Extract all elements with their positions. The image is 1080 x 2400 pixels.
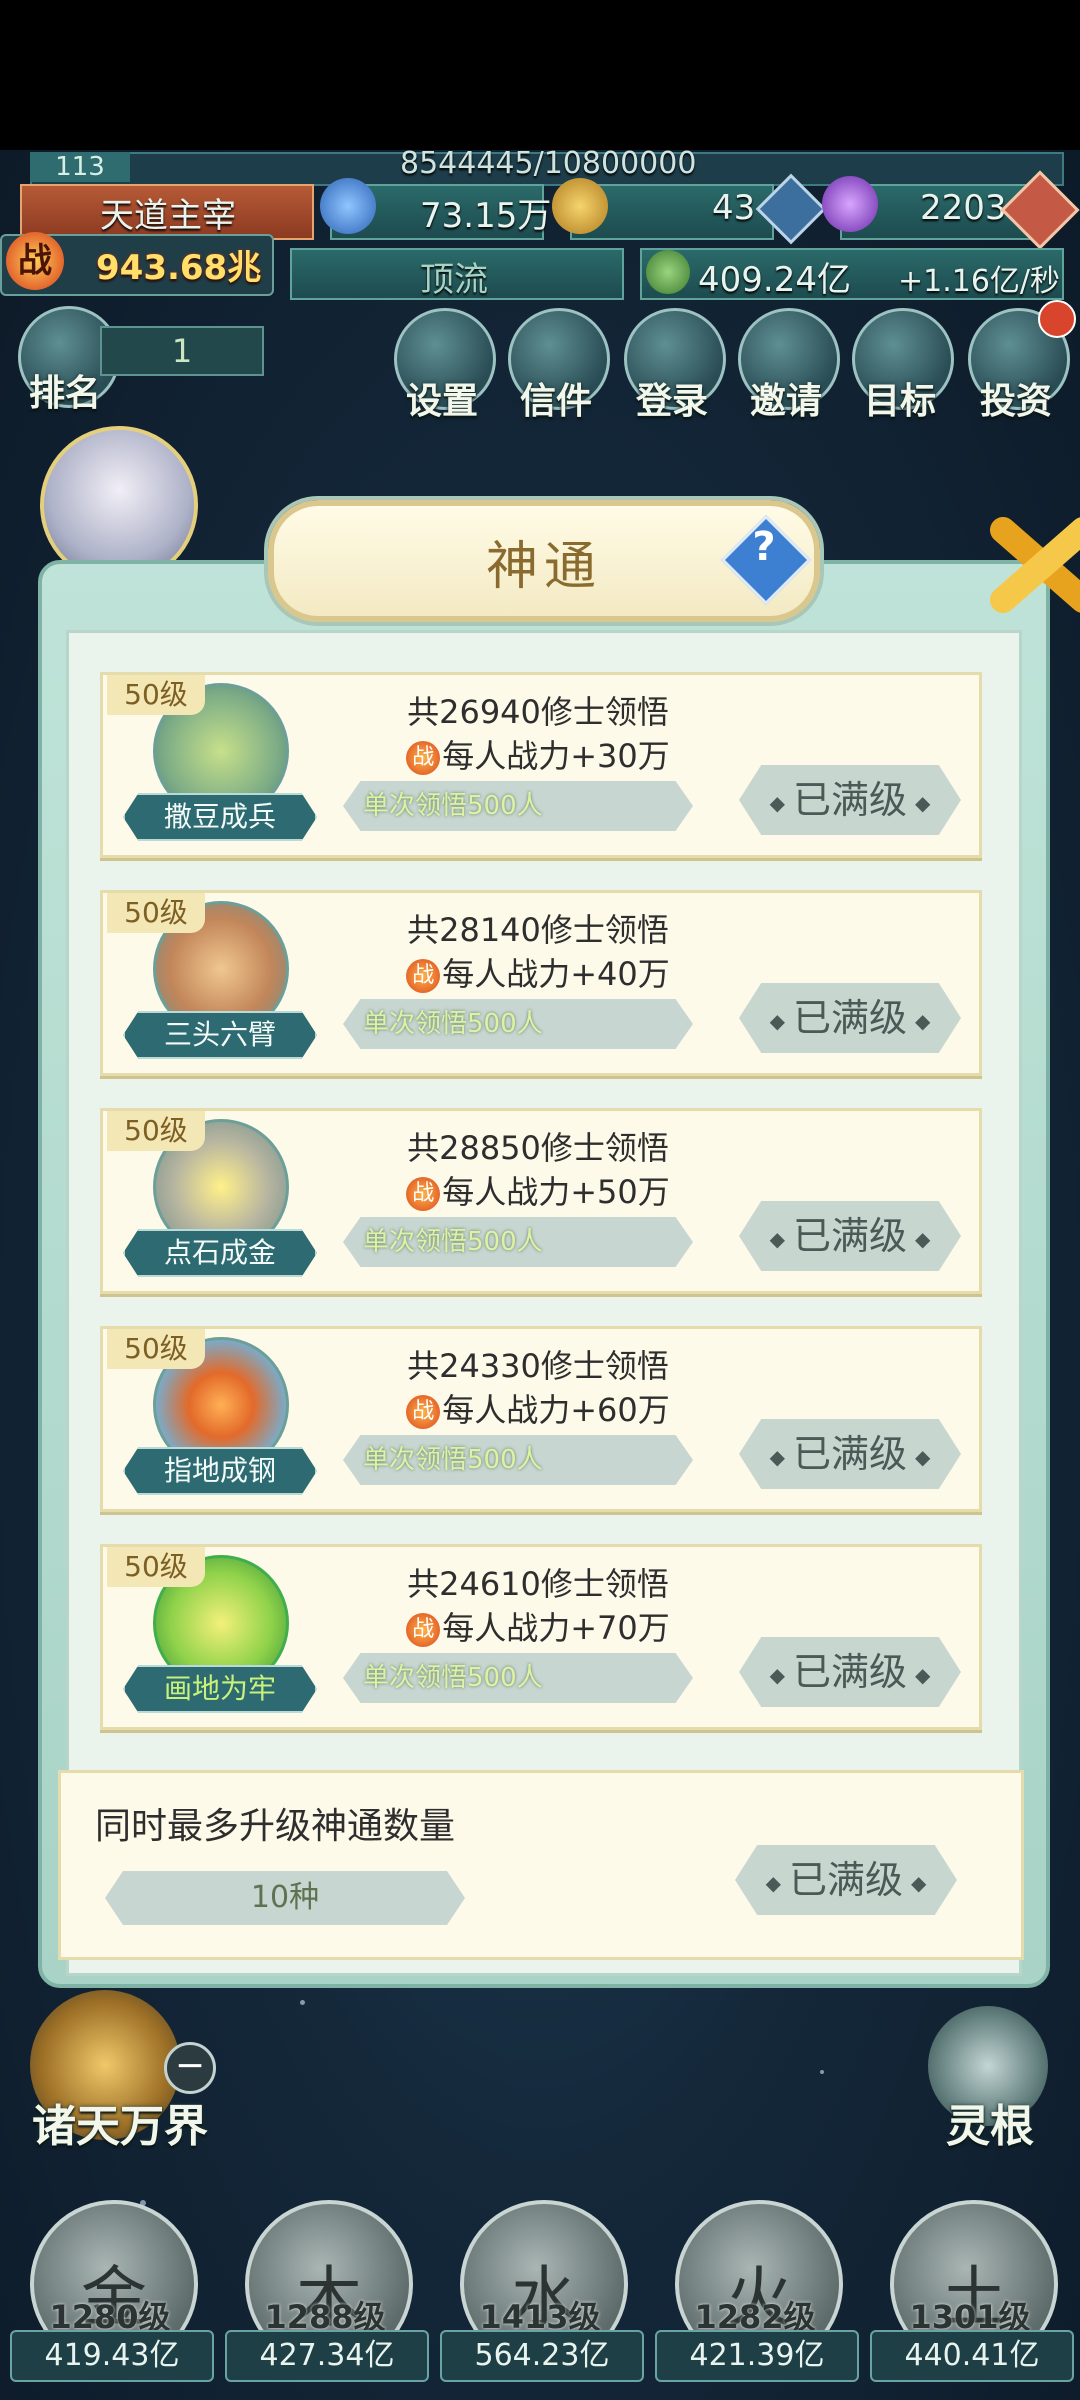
skill-card: 50级 三头六臂 共28140修士领悟 战每人战力+40万 单次领悟500人 已… <box>100 890 982 1076</box>
skill-level: 50级 <box>107 675 205 715</box>
settings-label: 设置 <box>405 381 478 422</box>
gold-value: 409.24亿 <box>698 260 851 300</box>
player-title: 天道主宰 <box>100 196 236 236</box>
battle-icon: 战 <box>406 1177 441 1211</box>
upgrade-limit-value: 10种 <box>105 1871 465 1925</box>
coin-icon <box>646 250 690 294</box>
skill-level: 50级 <box>107 1547 205 1587</box>
max-level-button[interactable]: 已满级 <box>739 1201 961 1271</box>
purple-flame-icon <box>822 176 878 232</box>
resource2-value[interactable]: 43 <box>712 188 755 228</box>
skill-batch-pill: 单次领悟500人 <box>343 1653 693 1703</box>
dialog-title-banner: 神通 ? <box>268 500 820 622</box>
rank-value-bar: 1 <box>100 326 264 376</box>
skill-bonus-row: 战每人战力+70万 <box>373 1603 703 1649</box>
rank-tier: 顶流 <box>420 260 488 300</box>
player-level-badge: 113 <box>30 152 130 182</box>
max-level-button[interactable]: 已满级 <box>739 765 961 835</box>
power-icon: 战 <box>6 232 64 290</box>
goal-label: 目标 <box>863 381 936 422</box>
skill-bonus-row: 战每人战力+50万 <box>373 1167 703 1213</box>
resource3-value[interactable]: 2203 <box>920 188 1007 228</box>
skill-name: 三头六臂 <box>123 1011 317 1059</box>
skill-name: 撒豆成兵 <box>123 793 317 841</box>
skill-card: 50级 点石成金 共28850修士领悟 战每人战力+50万 单次领悟500人 已… <box>100 1108 982 1294</box>
skill-name: 点石成金 <box>123 1229 317 1277</box>
max-level-button[interactable]: 已满级 <box>739 1419 961 1489</box>
status-bar-area <box>0 0 1080 150</box>
skill-learners: 共26940修士领悟 <box>407 693 669 731</box>
mail-label: 信件 <box>519 381 592 422</box>
skill-bonus: 每人战力+30万 <box>442 737 670 775</box>
lion-icon <box>552 178 608 234</box>
spirit-icon <box>320 178 376 234</box>
skill-bonus-row: 战每人战力+60万 <box>373 1385 703 1431</box>
skill-batch-pill: 单次领悟500人 <box>343 999 693 1049</box>
resource1-value[interactable]: 73.15万 <box>420 188 551 237</box>
element-cost: 564.23亿 <box>440 2330 644 2382</box>
max-level-button[interactable]: 已满级 <box>739 983 961 1053</box>
notification-dot-icon <box>1038 300 1076 338</box>
spirit-root-label: 灵根 <box>946 2101 1034 2152</box>
skill-learners: 共24610修士领悟 <box>407 1565 669 1603</box>
minus-icon[interactable]: − <box>164 2042 216 2094</box>
invite-label: 邀请 <box>749 381 822 422</box>
skill-card: 50级 撒豆成兵 共26940修士领悟 战每人战力+30万 单次领悟500人 已… <box>100 672 982 858</box>
skill-learners: 共28140修士领悟 <box>407 911 669 949</box>
battle-icon: 战 <box>406 1395 441 1429</box>
rank-label: 排名 <box>28 373 101 414</box>
skill-learners: 共24330修士领悟 <box>407 1347 669 1385</box>
skill-batch-pill: 单次领悟500人 <box>343 1435 693 1485</box>
skill-level: 50级 <box>107 1329 205 1369</box>
skill-bonus: 每人战力+50万 <box>442 1173 670 1211</box>
skill-batch-pill: 单次领悟500人 <box>343 1217 693 1267</box>
power-value: 943.68兆 <box>96 248 262 288</box>
skill-bonus-row: 战每人战力+40万 <box>373 949 703 995</box>
skill-bonus: 每人战力+70万 <box>442 1609 670 1647</box>
skill-level: 50级 <box>107 893 205 933</box>
skill-bonus: 每人战力+40万 <box>442 955 670 993</box>
worlds-label: 诸天万界 <box>32 2101 208 2152</box>
skill-bonus-row: 战每人战力+30万 <box>373 731 703 777</box>
skill-card: 50级 指地成钢 共24330修士领悟 战每人战力+60万 单次领悟500人 已… <box>100 1326 982 1512</box>
upgrade-limit-card: 同时最多升级神通数量 10种 已满级 <box>58 1770 1024 1960</box>
max-level-button[interactable]: 已满级 <box>735 1845 957 1915</box>
help-icon: ? <box>752 524 776 570</box>
skill-card: 50级 画地为牢 共24610修士领悟 战每人战力+70万 单次领悟500人 已… <box>100 1544 982 1730</box>
gold-rate: +1.16亿/秒 <box>898 264 1061 299</box>
skill-learners: 共28850修士领悟 <box>407 1129 669 1167</box>
login-label: 登录 <box>635 381 708 422</box>
exp-text: 8544445/10800000 <box>400 146 697 181</box>
skill-bonus: 每人战力+60万 <box>442 1391 670 1429</box>
battle-icon: 战 <box>406 1613 441 1647</box>
element-cost: 427.34亿 <box>225 2330 429 2382</box>
element-cost: 440.41亿 <box>870 2330 1074 2382</box>
close-icon[interactable] <box>988 510 1080 620</box>
skill-name: 指地成钢 <box>123 1447 317 1495</box>
element-cost: 419.43亿 <box>10 2330 214 2382</box>
battle-icon: 战 <box>406 959 441 993</box>
element-cost: 421.39亿 <box>655 2330 859 2382</box>
skill-batch-pill: 单次领悟500人 <box>343 781 693 831</box>
invest-label: 投资 <box>979 381 1052 422</box>
battle-icon: 战 <box>406 741 441 775</box>
max-level-button[interactable]: 已满级 <box>739 1637 961 1707</box>
upgrade-limit-title: 同时最多升级神通数量 <box>95 1806 456 1847</box>
skill-name: 画地为牢 <box>123 1665 317 1713</box>
skill-level: 50级 <box>107 1111 205 1151</box>
